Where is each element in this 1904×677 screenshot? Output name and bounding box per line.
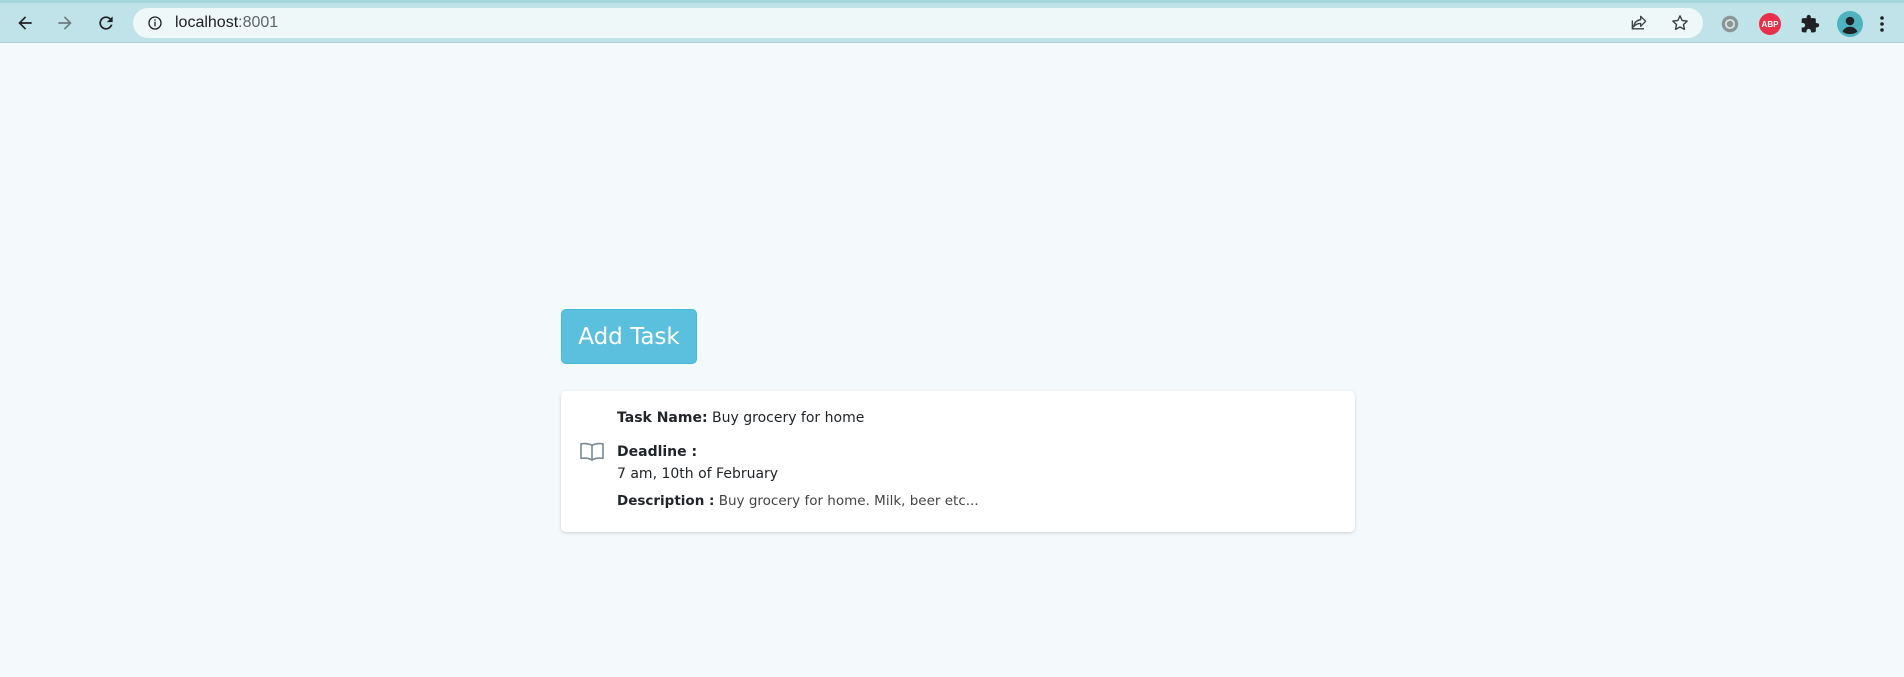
puzzle-icon <box>1801 14 1820 33</box>
reload-icon <box>99 16 113 30</box>
share-icon <box>1631 15 1647 30</box>
book-open-icon <box>580 442 604 461</box>
browser-toolbar: localhost:8001 ABP <box>0 0 1904 43</box>
task-name-label: Task Name: <box>617 410 708 426</box>
add-task-button[interactable]: Add Task <box>561 309 697 364</box>
url-text: localhost:8001 <box>175 8 278 38</box>
forward-button[interactable] <box>51 9 79 37</box>
star-icon <box>1672 15 1688 31</box>
task-name-value: Buy grocery for home <box>712 410 865 426</box>
extension-circle[interactable] <box>1717 11 1743 37</box>
url-host: localhost <box>175 14 239 31</box>
address-bar[interactable]: localhost:8001 <box>133 8 1703 38</box>
arrow-left-icon <box>18 16 32 30</box>
task-card: Task Name: Buy grocery for home Deadline… <box>561 391 1355 532</box>
extension-adblock-plus[interactable]: ABP <box>1757 11 1783 37</box>
info-icon[interactable] <box>147 15 163 31</box>
adblock-plus-icon: ABP <box>1759 13 1781 35</box>
extensions-button[interactable] <box>1797 11 1823 37</box>
url-port: :8001 <box>238 14 279 31</box>
abp-label: ABP <box>1761 19 1779 29</box>
task-description-line: Description : Buy grocery for home. Milk… <box>617 493 979 509</box>
add-task-label: Add Task <box>578 323 680 350</box>
task-description-label: Description : <box>617 493 715 509</box>
profile-icon <box>1837 11 1863 37</box>
share-button[interactable] <box>1629 13 1651 35</box>
task-deadline-label-line: Deadline : <box>617 444 697 460</box>
task-deadline-value: 7 am, 10th of February <box>617 466 779 482</box>
arrow-right-icon <box>58 16 72 30</box>
bookmark-button[interactable] <box>1670 13 1692 35</box>
task-description-value: Buy grocery for home. Milk, beer etc... <box>718 493 979 509</box>
back-button[interactable] <box>11 9 39 37</box>
task-name-line: Task Name: Buy grocery for home <box>617 410 864 426</box>
kebab-menu-icon <box>1880 16 1884 32</box>
reload-button[interactable] <box>92 9 120 37</box>
task-deadline-label: Deadline : <box>617 444 698 460</box>
circle-extension-icon <box>1721 15 1739 33</box>
browser-menu-button[interactable] <box>1873 11 1891 37</box>
profile-button[interactable] <box>1837 11 1863 37</box>
